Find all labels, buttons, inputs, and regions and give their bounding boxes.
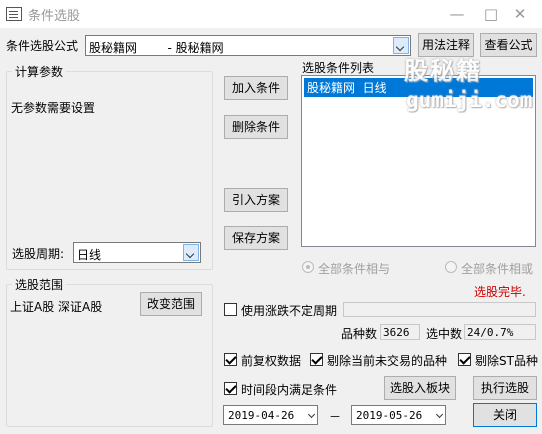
end-date-picker[interactable]: 2019-05-26 xyxy=(351,405,446,425)
watermark-logo: 股秘籍 xyxy=(404,57,482,85)
exclude-st-label: 剔除ST品种 xyxy=(475,354,538,368)
status-text: 选股完毕. xyxy=(474,285,526,299)
selected-count-value: 24/0.7% xyxy=(464,324,536,340)
change-scope-button[interactable]: 改变范围 xyxy=(140,292,202,316)
window-title: 条件选股 xyxy=(28,9,81,24)
exclude-untraded-label: 剔除当前未交易的品种 xyxy=(327,354,448,368)
exclude-st-checkbox[interactable] xyxy=(458,353,471,366)
variable-period-field xyxy=(343,302,536,317)
view-formula-button[interactable]: 查看公式 xyxy=(480,33,537,57)
time-range-checkbox[interactable] xyxy=(224,382,237,395)
variable-period-checkbox[interactable] xyxy=(224,303,237,316)
close-button[interactable]: 关闭 xyxy=(473,403,537,427)
no-params-text: 无参数需要设置 xyxy=(11,101,96,115)
date-separator: － xyxy=(329,410,342,424)
conditions-title: 选股条件列表 xyxy=(302,61,375,75)
all-or-radio[interactable] xyxy=(445,261,457,273)
total-count-label: 品种数 xyxy=(341,327,378,341)
all-and-label: 全部条件相与 xyxy=(318,262,391,276)
formula-select[interactable]: 股秘籍网 - 股秘籍网 xyxy=(85,35,411,56)
variable-period-label: 使用涨跌不定周期 xyxy=(241,304,338,318)
chevron-down-icon[interactable] xyxy=(183,244,199,261)
add-condition-button[interactable]: 加入条件 xyxy=(224,76,288,100)
all-or-label: 全部条件相或 xyxy=(461,262,534,276)
pre-adjust-label: 前复权数据 xyxy=(241,354,302,368)
add-to-block-button[interactable]: 选股入板块 xyxy=(384,376,456,400)
chevron-down-icon[interactable] xyxy=(435,410,444,419)
scope-group-title: 选股范围 xyxy=(12,276,67,293)
total-count-value: 3626 xyxy=(380,324,420,340)
save-scheme-button[interactable]: 保存方案 xyxy=(224,226,288,250)
exclude-untraded-checkbox[interactable] xyxy=(310,353,323,366)
app-icon xyxy=(6,7,22,21)
selected-count-label: 选中数 xyxy=(426,327,463,341)
formula-label: 条件选股公式 xyxy=(6,39,79,53)
start-date-picker[interactable]: 2019-04-26 xyxy=(223,405,318,425)
run-selection-button[interactable]: 执行选股 xyxy=(473,376,537,400)
chevron-down-icon[interactable] xyxy=(307,410,316,419)
delete-condition-button[interactable]: 删除条件 xyxy=(224,115,288,139)
scope-value: 上证A股 深证A股 xyxy=(10,300,103,314)
close-icon[interactable]: ✕ xyxy=(503,0,537,28)
formula-select-value: 股秘籍网 - 股秘籍网 xyxy=(89,41,224,55)
title-bar: 条件选股 — □ ✕ xyxy=(0,0,542,28)
end-date-value: 2019-05-26 xyxy=(356,409,423,422)
period-select[interactable]: 日线 xyxy=(73,242,201,263)
minimize-icon[interactable]: — xyxy=(440,0,474,28)
period-select-value: 日线 xyxy=(77,248,102,262)
import-scheme-button[interactable]: 引入方案 xyxy=(224,188,288,212)
time-range-label: 时间段内满足条件 xyxy=(241,383,338,397)
watermark-url: gumiji.com xyxy=(406,88,533,112)
params-group-title: 计算参数 xyxy=(12,63,67,80)
all-and-radio[interactable] xyxy=(302,261,314,273)
period-label: 选股周期: xyxy=(12,247,65,261)
pre-adjust-checkbox[interactable] xyxy=(224,353,237,366)
start-date-value: 2019-04-26 xyxy=(228,409,295,422)
